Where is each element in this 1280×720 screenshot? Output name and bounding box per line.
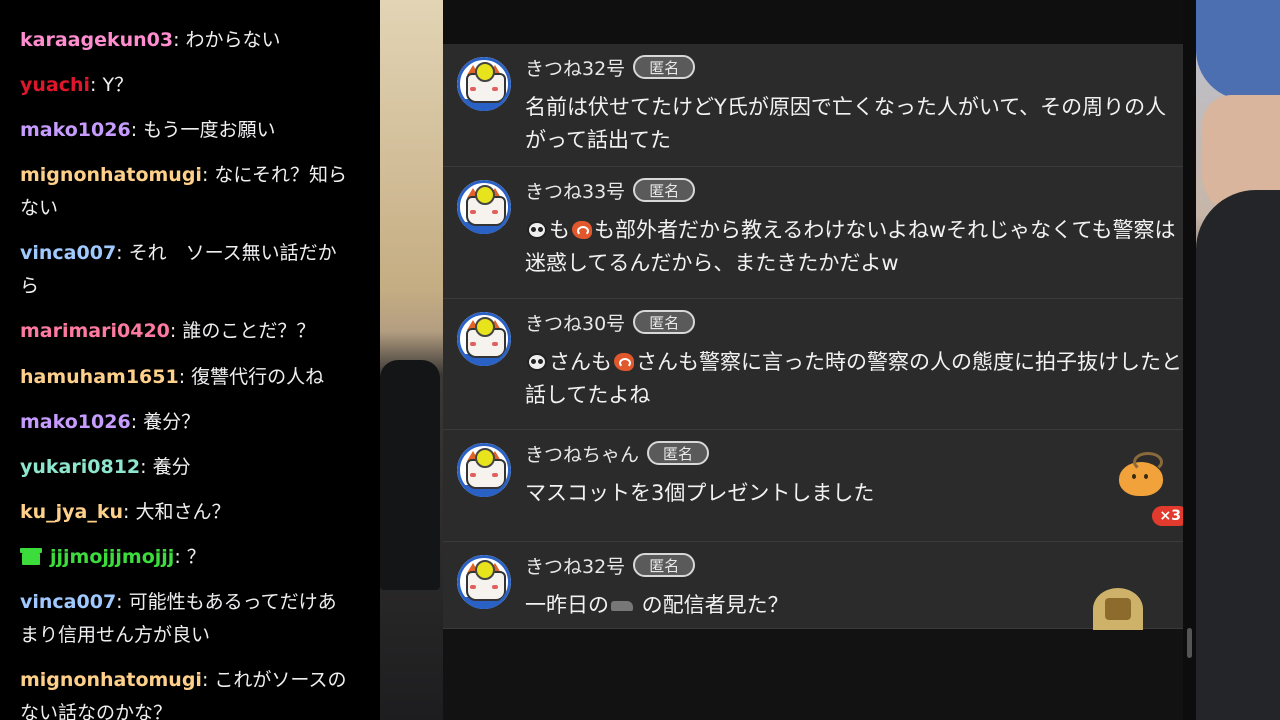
chat-username[interactable]: karaagekun03 — [20, 29, 173, 51]
chat-message-text: : 養分 — [140, 456, 191, 478]
anonymous-badge: 匿名 — [633, 178, 696, 202]
chat-message: mignonhatomugi: なにそれ？知らない — [20, 159, 350, 225]
fox-avatar-icon[interactable] — [457, 180, 511, 234]
fox-avatar-icon[interactable] — [457, 57, 511, 111]
comment-card: きつね30号 匿名さんも さんも警察に言った時の警察の人の態度に拍子抜けしたと話して… — [443, 299, 1183, 430]
comment-author-name: きつね30号 — [525, 313, 626, 335]
stream-kettle — [380, 360, 440, 590]
chat-message: ku_jya_ku: 大和さん？ — [20, 496, 350, 529]
streamer-cap — [1196, 0, 1280, 100]
comment-author-name: きつね33号 — [525, 181, 626, 203]
anonymous-badge: 匿名 — [633, 553, 696, 577]
chat-message: hamuham1651: 復讐代行の人ね — [20, 361, 350, 394]
comment-author: きつね33号 匿名 — [525, 178, 696, 205]
live-chat-panel: karaagekun03: わからない yuachi: Y？ mako1026: も… — [0, 0, 380, 720]
lion-badge-icon — [1093, 588, 1143, 630]
comment-author-name: きつね32号 — [525, 58, 626, 80]
chat-message: karaagekun03: わからない — [20, 24, 350, 57]
mascot-gift-icon — [1117, 452, 1165, 496]
chat-message-text: : わからない — [173, 29, 281, 51]
comment-text-segment: 名前は伏せてたけどY氏が原因で亡くなった人がいて、その周りの人がって話出てた — [525, 95, 1167, 152]
chat-message: vinca007: それ ソース無い話だから — [20, 237, 350, 303]
chat-username[interactable]: mako1026 — [20, 411, 131, 433]
panda-icon — [527, 353, 547, 371]
chat-message-text: : 誰のことだ？？ — [169, 320, 316, 342]
comment-text: 一昨日の の配信者見た？ — [525, 589, 1185, 622]
chat-username[interactable]: yukari0812 — [20, 456, 140, 478]
comment-scrollbar[interactable] — [1183, 0, 1196, 720]
chat-message: mignonhatomugi: これがソースのない話なのかな？ — [20, 664, 350, 720]
chat-message: yuachi: Y？ — [20, 69, 350, 102]
chat-message-text: : ？ — [174, 546, 206, 568]
chat-message: marimari0420: 誰のことだ？？ — [20, 315, 350, 348]
comment-card: きつね32号 匿名 一昨日の の配信者見た？ — [443, 542, 1185, 630]
comment-card: きつね33号 匿名もも部外者だから教えるわけないよねwそれじゃなくても警察は迷惑し… — [443, 167, 1183, 299]
chat-username[interactable]: jjjmojjjmojjj — [50, 546, 174, 568]
comment-text: 名前は伏せてたけどY氏が原因で亡くなった人がいて、その周りの人がって話出てた — [525, 91, 1185, 157]
comment-text-segment: 一昨日の — [525, 593, 609, 617]
comment-author: きつね32号 匿名 — [525, 553, 696, 580]
anonymous-badge: 匿名 — [633, 55, 696, 79]
chat-username[interactable]: vinca007 — [20, 242, 116, 264]
fox-avatar-icon[interactable] — [457, 312, 511, 366]
chat-username[interactable]: mignonhatomugi — [20, 164, 202, 186]
comment-overlay-panel: きつね32号 匿名 名前は伏せてたけどY氏が原因で亡くなった人がいて、その周りの人が… — [443, 0, 1189, 720]
shrimp-icon — [614, 353, 634, 371]
comment-author-name: きつね32号 — [525, 556, 626, 578]
chat-message-text: : もう一度お願い — [130, 119, 276, 141]
comment-card: きつねちゃん 匿名 マスコットを3個プレゼントしました ×3 — [443, 430, 1189, 542]
comment-text: もも部外者だから教えるわけないよねwそれじゃなくても警察は迷惑してるんだから、ま… — [525, 214, 1185, 280]
chat-message-text: : Y？ — [90, 74, 134, 96]
anonymous-badge: 匿名 — [647, 441, 710, 465]
comment-text-segment: さんも — [549, 350, 612, 374]
fox-avatar-icon[interactable] — [457, 555, 511, 609]
streamer-hoodie — [1196, 190, 1280, 720]
chat-username[interactable]: mignonhatomugi — [20, 669, 202, 691]
chat-message-text: : 養分？ — [130, 411, 201, 433]
streamer-camera — [1196, 0, 1280, 720]
car-icon — [611, 601, 633, 611]
comment-author: きつね32号 匿名 — [525, 55, 696, 82]
chat-username[interactable]: marimari0420 — [20, 320, 170, 342]
fox-avatar-icon[interactable] — [457, 443, 511, 497]
comment-author: きつねちゃん 匿名 — [525, 441, 710, 468]
chat-username[interactable]: ku_jya_ku — [20, 501, 123, 523]
comment-scrollbar-thumb[interactable] — [1187, 628, 1192, 658]
comment-text-segment: の配信者見た？ — [635, 593, 789, 617]
stream-video-left-edge — [380, 0, 444, 720]
shrimp-icon — [572, 221, 592, 239]
chat-username[interactable]: yuachi — [20, 74, 90, 96]
chat-message: jjjmojjjmojjj: ？ — [20, 541, 350, 574]
chat-message: mako1026: 養分？ — [20, 406, 350, 439]
comment-author: きつね30号 匿名 — [525, 310, 696, 337]
comment-text: さんも さんも警察に言った時の警察の人の態度に拍子抜けしたと話してたよね — [525, 346, 1185, 412]
chat-message-text: : 大和さん？ — [123, 501, 231, 523]
comment-text-segment: マスコットを3個プレゼントしました — [525, 481, 875, 505]
chat-message: mako1026: もう一度お願い — [20, 114, 350, 147]
chat-username[interactable]: hamuham1651 — [20, 366, 179, 388]
chat-username[interactable]: vinca007 — [20, 591, 116, 613]
chat-message: yukari0812: 養分 — [20, 451, 350, 484]
comment-text-segment: も — [549, 218, 570, 242]
comment-text: マスコットを3個プレゼントしました — [525, 477, 1185, 510]
anonymous-badge: 匿名 — [633, 310, 696, 334]
panda-icon — [527, 221, 547, 239]
comment-card: きつね32号 匿名名前は伏せてたけどY氏が原因で亡くなった人がいて、その周りの人が… — [443, 44, 1183, 167]
comment-overlay-top-band — [443, 0, 1183, 44]
comment-author-name: きつねちゃん — [525, 444, 640, 466]
chat-message: vinca007: 可能性もあるってだけあまり信用せん方が良い — [20, 586, 350, 652]
chat-message-text: : 復讐代行の人ね — [178, 366, 325, 388]
comment-text-segment: も部外者だから教えるわけないよねwそれじゃなくても警察は迷惑してるんだから、また… — [525, 218, 1176, 275]
chat-username[interactable]: mako1026 — [20, 119, 131, 141]
gift-badge-icon — [20, 547, 42, 565]
